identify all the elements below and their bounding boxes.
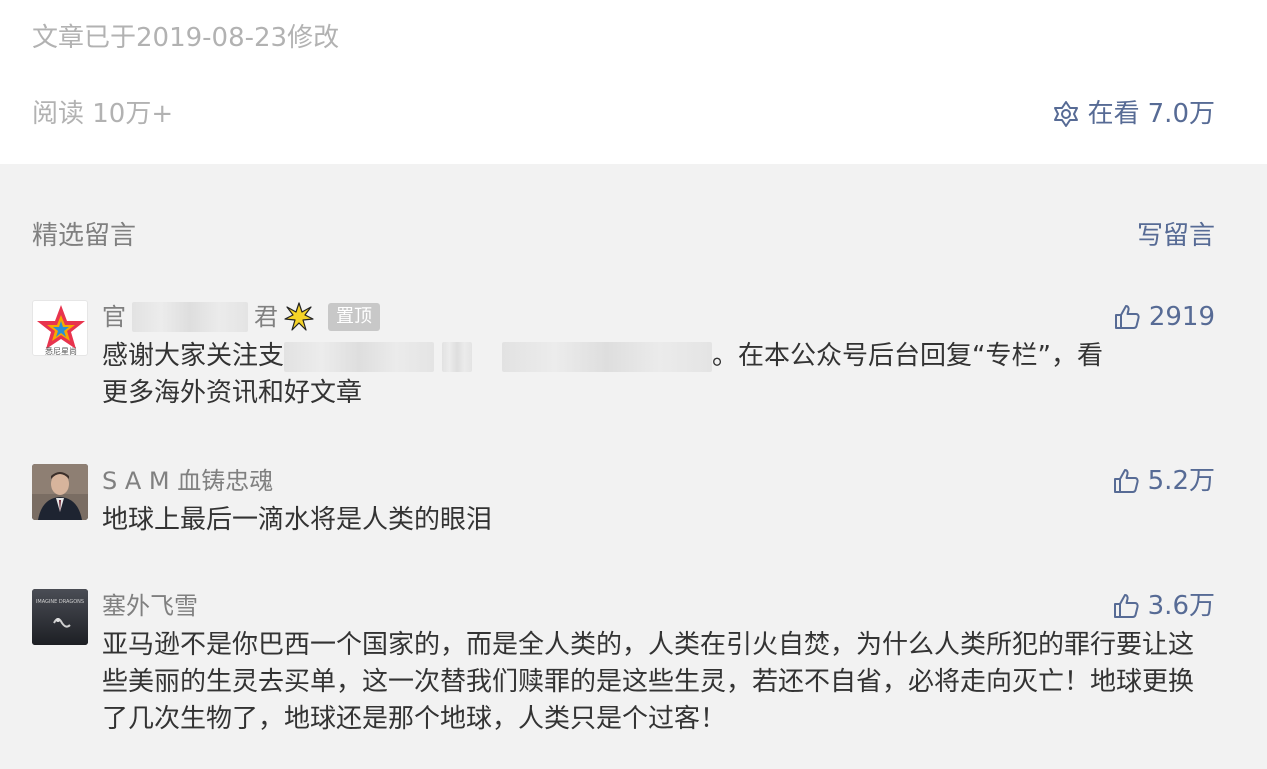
comment-item: S A M 血铸忠魂 5.2万 地球上最后一滴水将是人类的眼泪	[32, 464, 1215, 544]
comment-text: 亚马逊不是你巴西一个国家的，而是全人类的，人类在引火自焚，为什么人类所犯的罪行要…	[102, 630, 1195, 734]
author-name-start: 官	[102, 303, 126, 331]
thumbs-up-icon	[1114, 305, 1140, 329]
comment-text: 地球上最后一滴水将是人类的眼泪	[102, 505, 493, 535]
avatar[interactable]	[32, 464, 88, 520]
read-count: 阅读 10万+	[32, 99, 174, 129]
author-name-end: 君	[254, 303, 278, 331]
blurred-name	[132, 302, 248, 332]
thumbs-up-icon	[1113, 594, 1139, 618]
comments-title: 精选留言	[32, 221, 137, 251]
comment-text: 感谢大家关注支 。在本公众号后台回复“专栏”，看 更多海外资讯和好文章	[102, 338, 1212, 412]
starburst-icon	[284, 302, 314, 331]
blurred-text	[284, 341, 435, 372]
author-name: 塞外飞雪	[102, 592, 198, 620]
avatar[interactable]: IMAGINE DRAGONS	[32, 589, 88, 645]
comment-author: 官 君 置顶	[102, 300, 380, 334]
thumbs-up-icon	[1113, 469, 1139, 493]
blurred-text	[442, 341, 473, 372]
comment-text-start: 感谢大家关注支	[102, 341, 285, 371]
watching-button[interactable]: 在看 7.0万	[1052, 96, 1215, 132]
like-button[interactable]: 5.2万	[1112, 464, 1215, 498]
avatar-album-art: IMAGINE DRAGONS	[32, 589, 88, 645]
album-text: IMAGINE DRAGONS	[36, 599, 84, 605]
pinned-badge: 置顶	[328, 303, 380, 331]
watching-icon	[1053, 101, 1078, 127]
comments-header: 精选留言 写留言	[32, 215, 1215, 252]
comment-item: IMAGINE DRAGONS 塞外飞雪 3.6万 亚马逊不是你巴西一个国家的，…	[32, 589, 1215, 749]
comment-item: 悉尼星尚 官 君 置顶 2919 感谢大家关注支 。在本公众号后台回复“专栏”，看…	[32, 300, 1215, 420]
article-meta-panel: 文章已于2019-08-23修改 阅读 10万+ 在看 7.0万	[0, 0, 1267, 164]
like-button[interactable]: 2919	[1113, 300, 1215, 334]
comment-text-line2: 更多海外资讯和好文章	[102, 378, 363, 408]
avatar[interactable]: 悉尼星尚	[32, 300, 88, 356]
comment-text-end: 。在本公众号后台回复“专栏”，看	[712, 341, 1103, 371]
comment-author: S A M 血铸忠魂	[102, 464, 273, 498]
blurred-text	[502, 341, 713, 372]
like-count: 2919	[1148, 302, 1215, 332]
like-count: 5.2万	[1147, 466, 1215, 496]
avatar-text: 悉尼星尚	[45, 346, 77, 356]
comment-author: 塞外飞雪	[102, 589, 198, 623]
watching-label: 在看	[1087, 99, 1140, 129]
like-count: 3.6万	[1147, 591, 1215, 621]
like-button[interactable]: 3.6万	[1112, 589, 1215, 623]
write-comment-link[interactable]: 写留言	[1137, 215, 1215, 252]
avatar-photo	[32, 464, 88, 520]
modified-date: 文章已于2019-08-23修改	[32, 23, 340, 53]
watching-count: 7.0万	[1147, 99, 1215, 129]
avatar-logo: 悉尼星尚	[37, 305, 85, 356]
author-name: S A M 血铸忠魂	[102, 467, 274, 495]
